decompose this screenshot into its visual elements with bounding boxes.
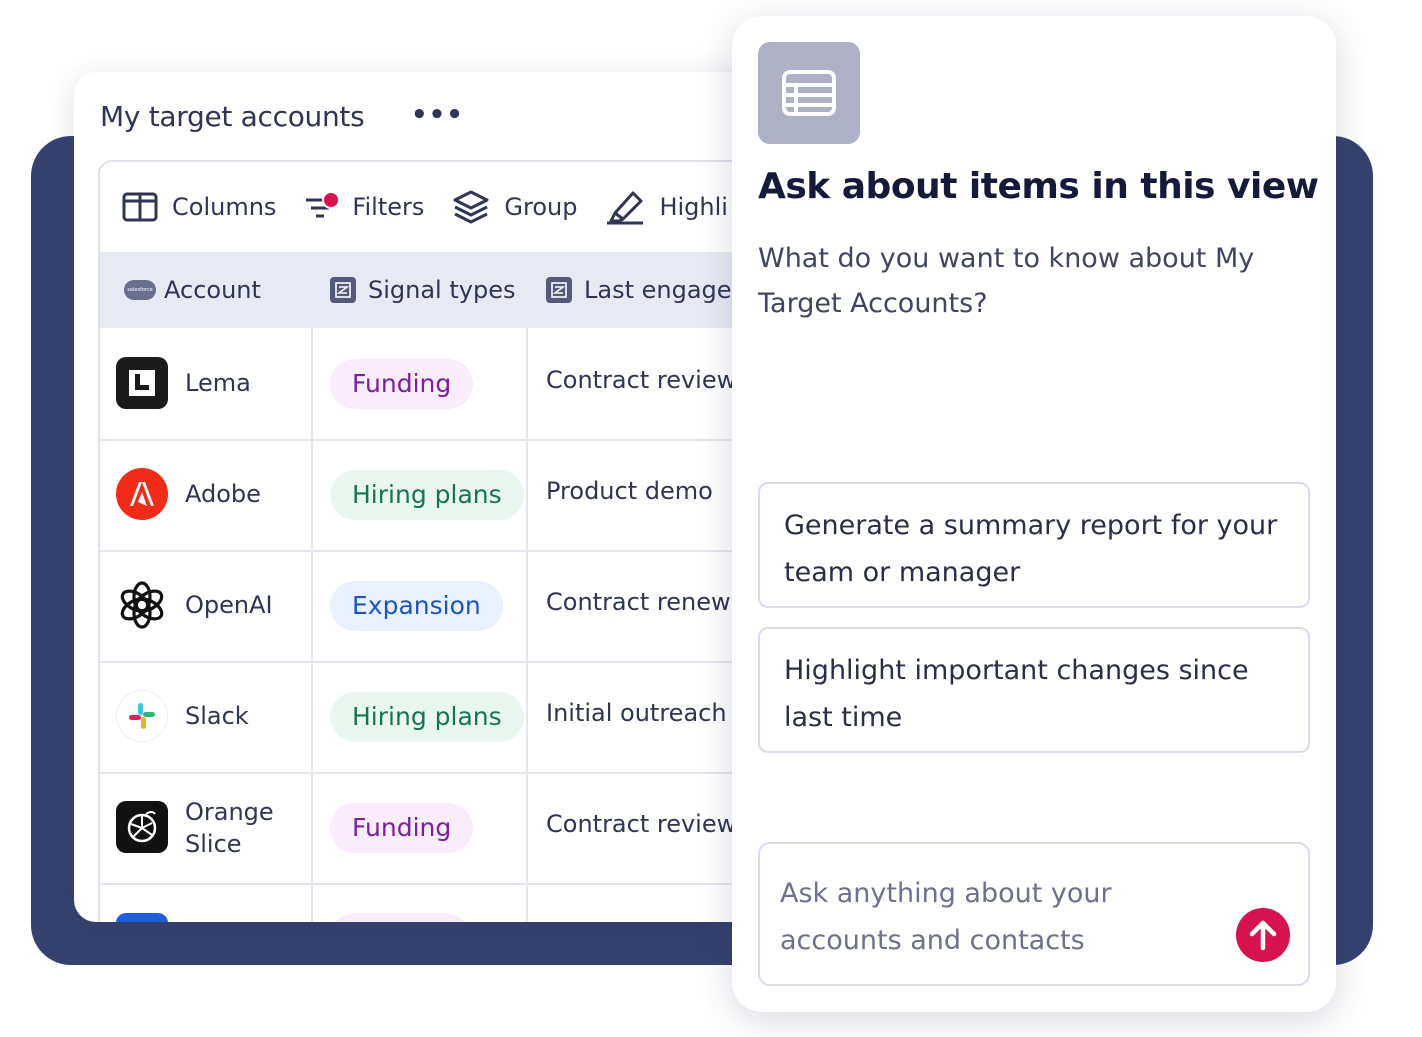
field-type-icon [330, 277, 356, 303]
filters-label: Filters [352, 193, 425, 221]
lema-logo-icon [116, 357, 168, 409]
group-label: Group [504, 193, 578, 221]
account-name: OpenAI [185, 591, 273, 619]
salesforce-icon: salesforce [124, 280, 156, 300]
filters-button[interactable]: Filters [304, 191, 424, 223]
table-toolbar: Columns Filters Group Highli [100, 162, 834, 252]
account-name: Lema [185, 369, 251, 397]
header-account[interactable]: salesforce Account [124, 252, 330, 328]
openai-logo-icon [116, 579, 168, 631]
accounts-table: Columns Filters Group Highli salesforce … [98, 160, 834, 922]
account-name-line: Slice [185, 830, 242, 858]
table-row[interactable]: Adobe Hiring plans Product demo [100, 439, 834, 552]
signal-badge: Funding [330, 359, 474, 409]
last-engagement: Product demo [546, 477, 713, 505]
group-button[interactable]: Group [452, 189, 577, 225]
signal-badge: Hiring plans [330, 692, 524, 742]
account-logo-icon [116, 913, 168, 922]
filter-icon [304, 191, 341, 223]
send-button[interactable] [1236, 908, 1290, 962]
table-row[interactable]: Slack Hiring plans Initial outreach [100, 661, 834, 774]
columns-icon [122, 192, 158, 222]
layers-icon [453, 190, 489, 224]
table-row[interactable]: OpenAI Expansion Contract renewa [100, 550, 834, 663]
adobe-logo-icon [116, 468, 168, 520]
slack-logo-icon [116, 690, 168, 742]
highlight-label: Highli [659, 193, 728, 221]
ask-input[interactable]: Ask anything about your accounts and con… [758, 842, 1310, 986]
header-last-engagement-label: Last engage [584, 276, 732, 304]
arrow-up-icon [1249, 920, 1277, 951]
panel-title: Ask about items in this view [758, 166, 1319, 207]
target-accounts-card: My target accounts ••• Columns Filters G… [74, 72, 834, 922]
signal-badge: Hiring plans [330, 470, 524, 520]
suggestion-highlight-changes[interactable]: Highlight important changes since last t… [758, 627, 1310, 753]
columns-label: Columns [172, 193, 277, 221]
account-name: Slack [185, 702, 249, 730]
highlighter-icon [607, 191, 644, 225]
columns-button[interactable]: Columns [122, 191, 276, 223]
card-title: My target accounts [100, 100, 365, 133]
table-header-row: salesforce Account Signal types Last eng… [100, 252, 834, 328]
suggestion-summary-report[interactable]: Generate a summary report for your team … [758, 482, 1310, 608]
table-row[interactable]: Orange Slice Funding Contract review [100, 772, 834, 885]
ask-assistant-panel: Ask about items in this view What do you… [732, 16, 1336, 1012]
signal-badge [330, 913, 470, 922]
highlight-button[interactable]: Highli [605, 189, 728, 225]
panel-subtitle: What do you want to know about My Target… [758, 243, 1255, 319]
table-view-icon [758, 42, 860, 144]
header-account-label: Account [164, 276, 261, 304]
orange-slice-logo-icon [116, 801, 168, 853]
table-row[interactable]: Lema Funding Contract review [100, 328, 834, 441]
last-engagement: Contract review [546, 366, 737, 394]
more-options-icon[interactable]: ••• [411, 100, 464, 130]
field-type-icon [546, 277, 572, 303]
account-name: Orange Slice [185, 796, 274, 860]
header-last-engagement[interactable]: Last engage [546, 252, 732, 328]
last-engagement: Initial outreach [546, 699, 727, 727]
header-signal-types[interactable]: Signal types [330, 252, 546, 328]
account-name-line: Orange [185, 798, 274, 826]
last-engagement: Contract renewa [546, 588, 746, 616]
signal-badge: Funding [330, 803, 474, 853]
table-row[interactable] [100, 883, 834, 922]
header-signal-types-label: Signal types [368, 276, 516, 304]
signal-badge: Expansion [330, 581, 503, 631]
account-name: Adobe [185, 480, 261, 508]
last-engagement: Contract review [546, 810, 737, 838]
